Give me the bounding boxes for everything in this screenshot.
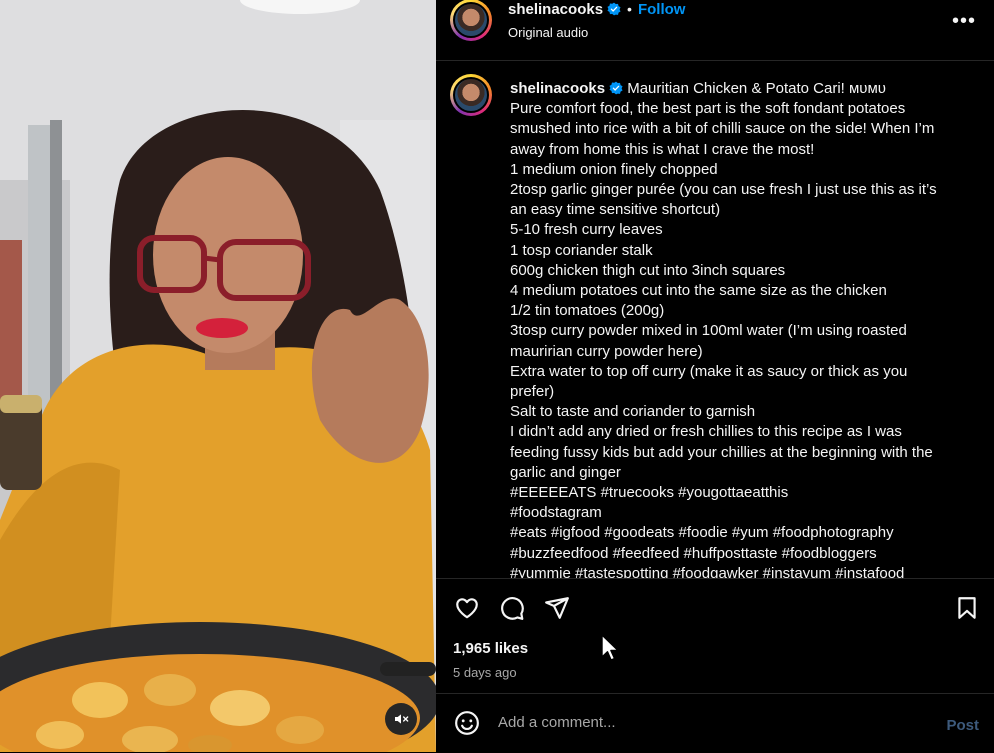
hashtag-line[interactable]: #eats #igfood #goodeats #foodie #yum #fo… [510,523,970,543]
heart-icon[interactable] [454,595,480,621]
caption-line: 3tosp curry powder mixed in 100ml water … [510,322,907,340]
caption-line: 600g chicken thigh cut into 3inch square… [510,261,786,279]
caption-line: away from home this is what I crave the … [510,140,815,158]
caption-line: Extra water to top off curry (make it as… [510,362,908,380]
comment-bar: Post [436,693,994,753]
caption-line: garlic and ginger [510,463,621,481]
follow-button[interactable]: Follow [638,1,686,18]
more-options-button[interactable]: ••• [952,10,976,33]
caption-username[interactable]: shelinacooks [510,80,605,97]
reel-video[interactable] [0,0,436,752]
verified-badge-icon [607,2,621,16]
mute-toggle-button[interactable] [385,703,417,735]
caption-line: Mauritian Chicken & Potato Cari! ᴍᴜᴍᴜ [627,80,887,97]
hashtag-line[interactable]: #foodstagram [510,503,970,523]
hashtag-line[interactable]: #yummie #tastespotting #foodgawker #inst… [510,564,970,578]
caption-avatar[interactable] [450,74,492,116]
avatar[interactable] [450,0,492,41]
caption-line: Pure comfort food, the best part is the … [510,100,906,118]
audio-label[interactable]: Original audio [508,25,588,40]
caption-line: an easy time sensitive shortcut) [510,201,721,219]
verified-badge-icon [609,81,623,95]
separator-dot: • [627,1,632,17]
caption-line: 4 medium potatoes cut into the same size… [510,282,887,300]
caption-line: 2tosp garlic ginger purée (you can use f… [510,181,937,199]
caption-scroll-area[interactable]: shelinacooks Mauritian Chicken & Potato … [436,61,994,578]
author-username[interactable]: shelinacooks [508,1,603,18]
caption-line: 1 tosp coriander stalk [510,241,653,259]
post-panel: shelinacooks • Follow Original audio ••• s… [436,0,994,752]
caption-line: mauririan curry powder here) [510,342,703,360]
speaker-muted-icon [395,714,409,724]
caption-line: smushed into rice with a bit of chilli s… [510,120,935,138]
likes-count[interactable]: 1,965 likes [453,640,528,657]
caption-line: 1/2 tin tomatoes (200g) [510,302,665,320]
caption-line: feeding fussy kids but add your chillies… [510,443,933,461]
caption-line: 5-10 fresh curry leaves [510,221,663,239]
comment-bubble-icon[interactable] [499,595,525,621]
hashtag-line[interactable]: #EEEEEATS #truecooks #yougottaeatthis [510,483,970,503]
caption-line: prefer) [510,383,555,401]
mouse-cursor-icon [601,634,619,661]
reel-video-frame [0,0,436,752]
post-actions: 1,965 likes 5 days ago [436,578,994,693]
hashtag-line[interactable]: #buzzfeedfood #feedfeed #huffposttaste #… [510,544,970,564]
caption-line: I didn’t add any dried or fresh chillies… [510,423,902,441]
caption-body: shelinacooks Mauritian Chicken & Potato … [510,79,970,578]
bookmark-icon[interactable] [954,595,980,621]
caption-line: Salt to taste and coriander to garnish [510,403,756,421]
caption-line: 1 medium onion finely chopped [510,160,718,178]
comment-input[interactable] [498,714,918,731]
post-comment-button[interactable]: Post [946,717,979,734]
paper-plane-icon[interactable] [544,595,570,621]
smiley-icon[interactable] [454,710,480,736]
post-date[interactable]: 5 days ago [453,665,517,680]
post-header: shelinacooks • Follow Original audio ••• [436,0,994,61]
